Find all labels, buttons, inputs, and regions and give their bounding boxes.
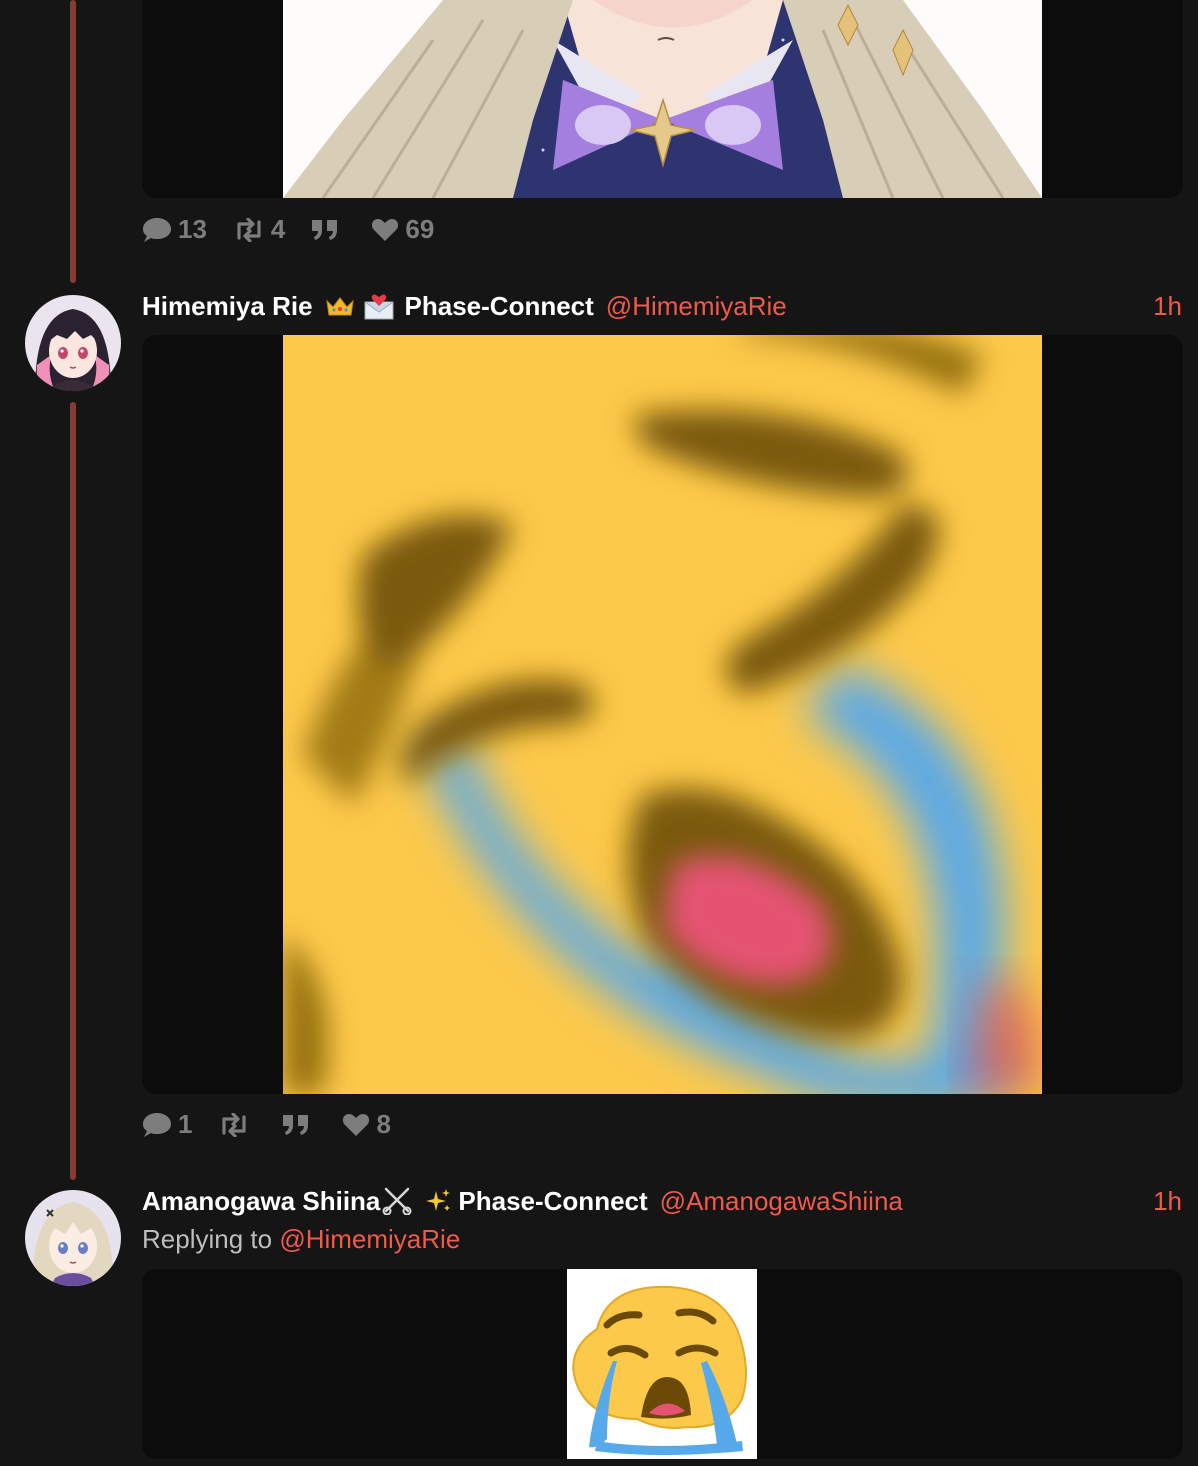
quote-icon bbox=[312, 219, 338, 240]
author-handle[interactable]: @HimemiyaRie bbox=[606, 291, 787, 322]
crown-emoji bbox=[325, 295, 355, 317]
author-name[interactable]: Amanogawa Shiina bbox=[142, 1186, 380, 1217]
avatar-image bbox=[25, 295, 121, 391]
crying-emoji-closeup bbox=[283, 335, 1042, 1094]
quote-button[interactable] bbox=[282, 1114, 316, 1136]
crown-icon bbox=[325, 297, 354, 316]
author-handle[interactable]: @AmanogawaShiina bbox=[660, 1186, 903, 1217]
repost-icon bbox=[222, 1112, 247, 1137]
quote-icon bbox=[283, 1114, 309, 1135]
repost-button[interactable]: 4 bbox=[233, 214, 285, 245]
sparkles-icon bbox=[426, 1189, 451, 1211]
post-header: Himemiya Rie Phase-Connect @HimemiyaRie … bbox=[142, 288, 1182, 324]
author-suffix[interactable]: Phase-Connect bbox=[458, 1186, 647, 1217]
post-timestamp[interactable]: 1h bbox=[1153, 291, 1182, 322]
timeline: 13 4 69 Himemiya Rie Phase-Connect @Hime… bbox=[0, 0, 1198, 1466]
heart-icon bbox=[372, 218, 399, 241]
replying-prefix: Replying to bbox=[142, 1224, 273, 1254]
envelope-heart-icon bbox=[364, 294, 394, 320]
post-media-container bbox=[142, 0, 1183, 198]
scissors-icon bbox=[382, 1187, 412, 1215]
post-media-container bbox=[142, 335, 1183, 1094]
post-actions: 1 8 bbox=[142, 1109, 417, 1140]
reply-button[interactable]: 13 bbox=[142, 214, 207, 245]
scissors-emoji bbox=[382, 1187, 412, 1215]
envelope-heart-emoji bbox=[363, 292, 395, 320]
reply-count: 1 bbox=[178, 1109, 193, 1139]
like-count: 8 bbox=[376, 1109, 391, 1139]
avatar-amanogawa-shiina[interactable] bbox=[25, 1190, 121, 1286]
post-header: Amanogawa Shiina Phase-Connect @Amanogaw… bbox=[142, 1183, 1182, 1219]
replying-to-line: Replying to @HimemiyaRie bbox=[142, 1224, 460, 1255]
like-button[interactable]: 8 bbox=[342, 1109, 391, 1140]
anime-character-illustration bbox=[283, 0, 1042, 198]
post-actions: 13 4 69 bbox=[142, 214, 460, 245]
repost-count: 4 bbox=[270, 214, 286, 244]
speech-bubble-icon bbox=[143, 1112, 171, 1137]
repost-button[interactable] bbox=[218, 1112, 256, 1137]
crying-emoji-icon bbox=[567, 1269, 757, 1459]
author-name[interactable]: Himemiya Rie bbox=[142, 291, 313, 322]
quote-button[interactable] bbox=[311, 219, 345, 241]
crying-emoji-image[interactable] bbox=[567, 1269, 757, 1459]
reply-count: 13 bbox=[178, 214, 207, 244]
crying-emoji-zoomed-image[interactable] bbox=[283, 335, 1042, 1094]
repost-icon bbox=[237, 217, 261, 242]
like-count: 69 bbox=[405, 214, 435, 244]
sparkles-emoji bbox=[424, 1187, 452, 1215]
reply-button[interactable]: 1 bbox=[142, 1109, 192, 1140]
author-suffix[interactable]: Phase-Connect bbox=[405, 291, 594, 322]
replying-to-mention[interactable]: @HimemiyaRie bbox=[279, 1224, 460, 1254]
avatar-image bbox=[25, 1190, 121, 1286]
speech-bubble-icon bbox=[143, 217, 171, 242]
avatar-himemiya-rie[interactable] bbox=[25, 295, 121, 391]
post-media-container bbox=[142, 1269, 1183, 1459]
post-timestamp[interactable]: 1h bbox=[1153, 1186, 1182, 1217]
heart-icon bbox=[343, 1113, 370, 1136]
thread-line bbox=[70, 0, 76, 283]
thread-line bbox=[70, 402, 76, 1180]
like-button[interactable]: 69 bbox=[371, 214, 434, 245]
anime-character-image[interactable] bbox=[283, 0, 1042, 198]
